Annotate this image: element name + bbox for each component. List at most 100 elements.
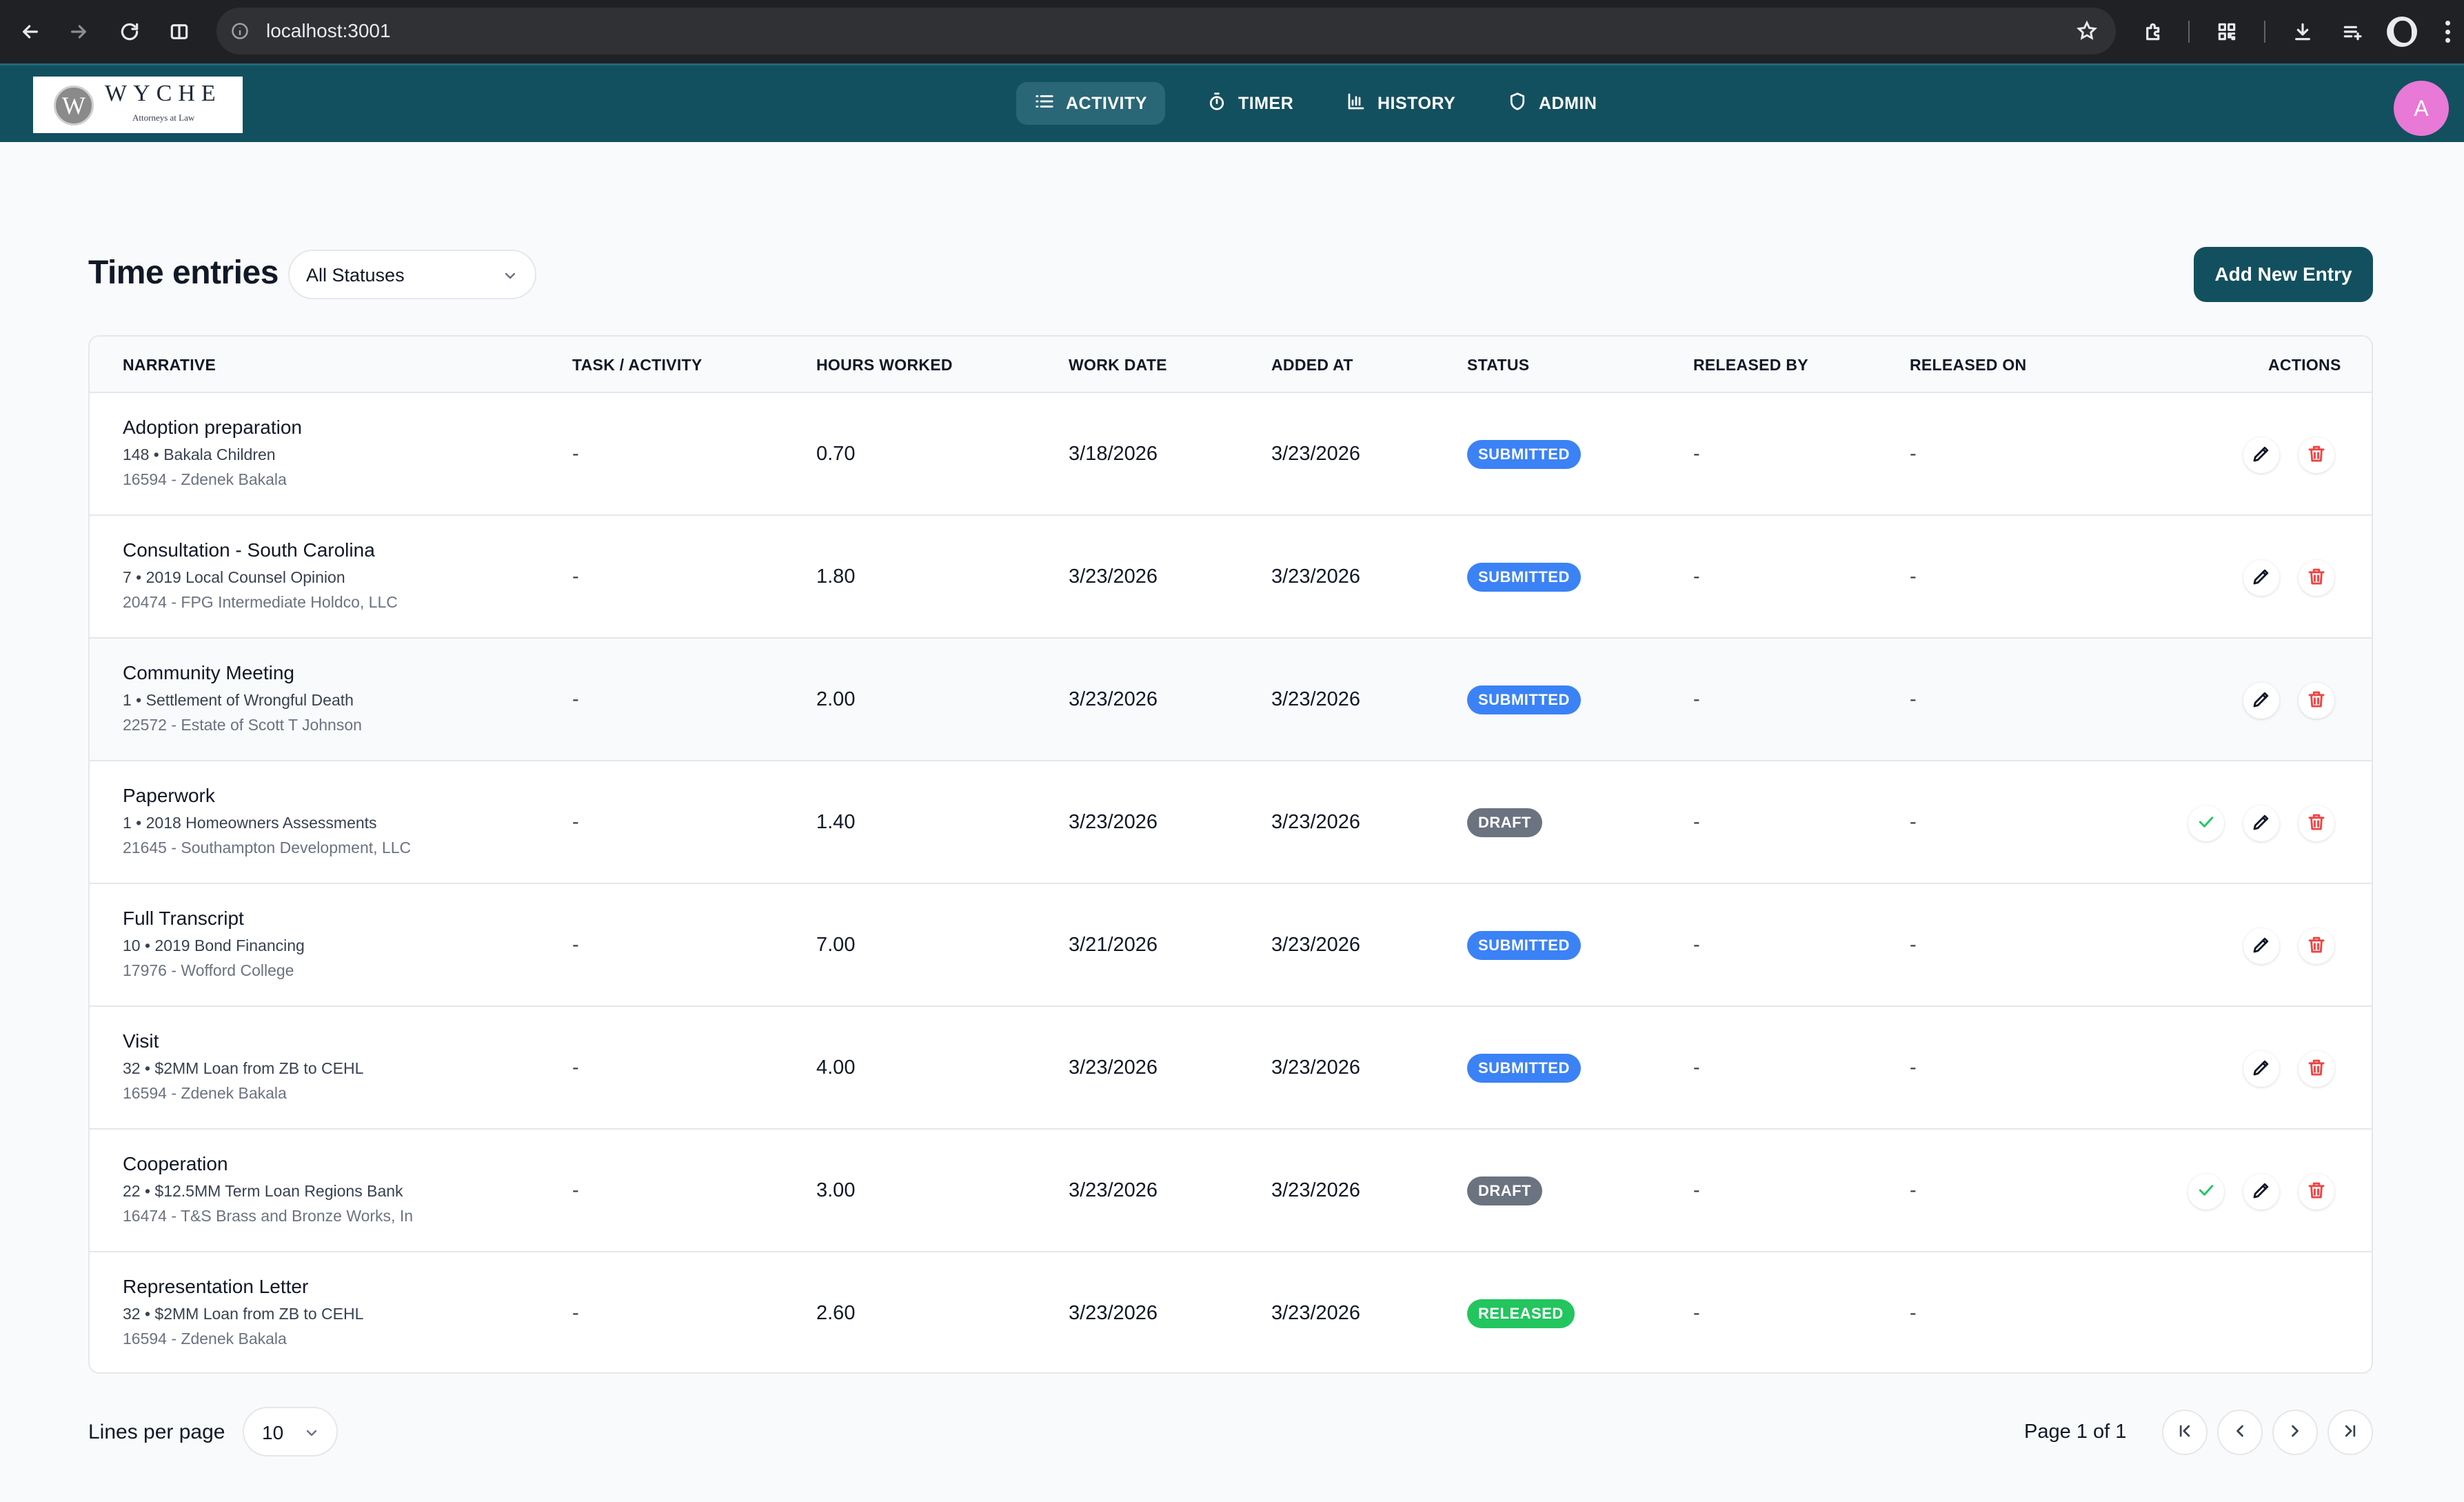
user-avatar[interactable]: A <box>2394 81 2449 136</box>
time-entries-table: NARRATIVE TASK / ACTIVITY HOURS WORKED W… <box>88 335 2373 1374</box>
entry-released-on: - <box>1910 1179 1917 1201</box>
entry-released-on: - <box>1910 1302 1917 1324</box>
column-header-hours[interactable]: HOURS WORKED <box>816 356 953 374</box>
nav-tab-activity[interactable]: ACTIVITY <box>1016 82 1165 125</box>
entry-matter: 22 • $12.5MM Term Loan Regions Bank <box>123 1182 403 1200</box>
edit-button[interactable] <box>2243 437 2279 473</box>
delete-button[interactable] <box>2299 437 2334 473</box>
firm-logo[interactable]: W WYCHE Attorneys at Law <box>33 77 243 133</box>
bookmark-star-icon[interactable] <box>2076 20 2098 42</box>
entry-hours: 2.00 <box>816 688 856 710</box>
entry-matter: 1 • Settlement of Wrongful Death <box>123 691 354 709</box>
delete-button[interactable] <box>2299 928 2334 964</box>
extensions-icon[interactable] <box>2136 14 2172 50</box>
table-row[interactable]: Cooperation 22 • $12.5MM Term Loan Region… <box>90 1128 2372 1251</box>
reload-icon[interactable] <box>112 14 148 50</box>
column-header-narrative[interactable]: NARRATIVE <box>123 356 216 374</box>
edit-button[interactable] <box>2243 1174 2279 1210</box>
lines-per-page-select[interactable]: 10 <box>243 1407 338 1456</box>
chevron-right-icon <box>2285 1421 2305 1444</box>
delete-button[interactable] <box>2299 683 2334 719</box>
entry-task: - <box>572 1179 579 1201</box>
table-row[interactable]: Representation Letter 32 • $2MM Loan from… <box>90 1251 2372 1372</box>
column-header-released-on[interactable]: RELEASED ON <box>1910 356 2026 374</box>
site-info-icon[interactable] <box>230 21 250 41</box>
entry-matter: 148 • Bakala Children <box>123 445 276 463</box>
entry-narrative: Community Meeting <box>123 662 294 683</box>
nav-tab-history[interactable]: HISTORY <box>1328 82 1473 125</box>
browser-toolbar: localhost:3001 <box>0 0 2464 63</box>
next-page-button[interactable] <box>2272 1410 2318 1455</box>
shield-icon <box>1507 91 1528 117</box>
status-badge: SUBMITTED <box>1467 1054 1581 1083</box>
entry-client: 20474 - FPG Intermediate Holdco, LLC <box>123 593 398 611</box>
browser-profile-icon[interactable] <box>2387 17 2417 47</box>
entry-released-by: - <box>1693 934 1700 956</box>
edit-button[interactable] <box>2243 1051 2279 1087</box>
entry-added-at: 3/23/2026 <box>1271 934 1361 956</box>
pencil-icon <box>2251 812 2272 836</box>
back-icon[interactable] <box>12 14 48 50</box>
first-page-button[interactable] <box>2162 1410 2208 1455</box>
entry-matter: 1 • 2018 Homeowners Assessments <box>123 814 377 832</box>
entry-added-at: 3/23/2026 <box>1271 1179 1361 1201</box>
column-header-released-by[interactable]: RELEASED BY <box>1693 356 1808 374</box>
column-header-work-date[interactable]: WORK DATE <box>1069 356 1167 374</box>
table-row[interactable]: Consultation - South Carolina 7 • 2019 Lo… <box>90 514 2372 637</box>
toolbar-divider <box>2264 21 2265 43</box>
entry-added-at: 3/23/2026 <box>1271 1057 1361 1079</box>
nav-tab-admin[interactable]: ADMIN <box>1489 82 1615 125</box>
toolbar-divider <box>2188 21 2190 43</box>
column-header-added-at[interactable]: ADDED AT <box>1271 356 1353 374</box>
logo-tagline: Attorneys at Law <box>132 112 195 123</box>
last-page-button[interactable] <box>2327 1410 2373 1455</box>
entry-task: - <box>572 688 579 710</box>
approve-button[interactable] <box>2188 805 2224 841</box>
split-view-icon[interactable] <box>161 14 197 50</box>
status-filter-select[interactable]: All Statuses <box>288 250 536 299</box>
delete-button[interactable] <box>2299 1051 2334 1087</box>
table-row[interactable]: Full Transcript 10 • 2019 Bond Financing 1… <box>90 883 2372 1005</box>
download-icon[interactable] <box>2285 14 2321 50</box>
qr-code-icon[interactable] <box>2209 14 2245 50</box>
delete-button[interactable] <box>2299 805 2334 841</box>
pencil-icon <box>2251 566 2272 590</box>
forward-icon[interactable] <box>61 14 97 50</box>
trash-icon <box>2306 934 2327 959</box>
entry-released-by: - <box>1693 1057 1700 1079</box>
url-text[interactable]: localhost:3001 <box>266 20 391 42</box>
table-row[interactable]: Adoption preparation 148 • Bakala Childre… <box>90 392 2372 514</box>
check-icon <box>2196 812 2216 836</box>
column-header-status[interactable]: STATUS <box>1467 356 1529 374</box>
previous-page-button[interactable] <box>2217 1410 2263 1455</box>
status-badge: SUBMITTED <box>1467 563 1581 592</box>
pencil-icon <box>2251 689 2272 713</box>
delete-button[interactable] <box>2299 1174 2334 1210</box>
table-row[interactable]: Paperwork 1 • 2018 Homeowners Assessments… <box>90 760 2372 883</box>
approve-button[interactable] <box>2188 1174 2224 1210</box>
entry-added-at: 3/23/2026 <box>1271 565 1361 588</box>
reading-list-icon[interactable] <box>2334 14 2370 50</box>
nav-tab-timer[interactable]: TIMER <box>1189 82 1311 125</box>
table-row[interactable]: Visit 32 • $2MM Loan from ZB to CEHL 16594… <box>90 1005 2372 1128</box>
add-new-entry-button[interactable]: Add New Entry <box>2194 247 2373 302</box>
address-bar[interactable]: localhost:3001 <box>216 8 2116 54</box>
edit-button[interactable] <box>2243 928 2279 964</box>
entry-task: - <box>572 811 579 833</box>
table-row[interactable]: Community Meeting 1 • Settlement of Wrong… <box>90 637 2372 760</box>
entry-released-by: - <box>1693 811 1700 833</box>
edit-button[interactable] <box>2243 805 2279 841</box>
nav-tab-label: TIMER <box>1238 93 1294 113</box>
edit-button[interactable] <box>2243 683 2279 719</box>
page-title: Time entries <box>88 254 279 291</box>
entry-added-at: 3/23/2026 <box>1271 688 1361 710</box>
entry-released-by: - <box>1693 565 1700 588</box>
entry-work-date: 3/23/2026 <box>1069 565 1158 588</box>
browser-menu-icon[interactable] <box>2441 17 2454 47</box>
entry-hours: 0.70 <box>816 443 856 465</box>
column-header-task[interactable]: TASK / ACTIVITY <box>572 356 703 374</box>
delete-button[interactable] <box>2299 560 2334 596</box>
entry-task: - <box>572 1302 579 1324</box>
status-filter-value: All Statuses <box>306 265 405 286</box>
edit-button[interactable] <box>2243 560 2279 596</box>
